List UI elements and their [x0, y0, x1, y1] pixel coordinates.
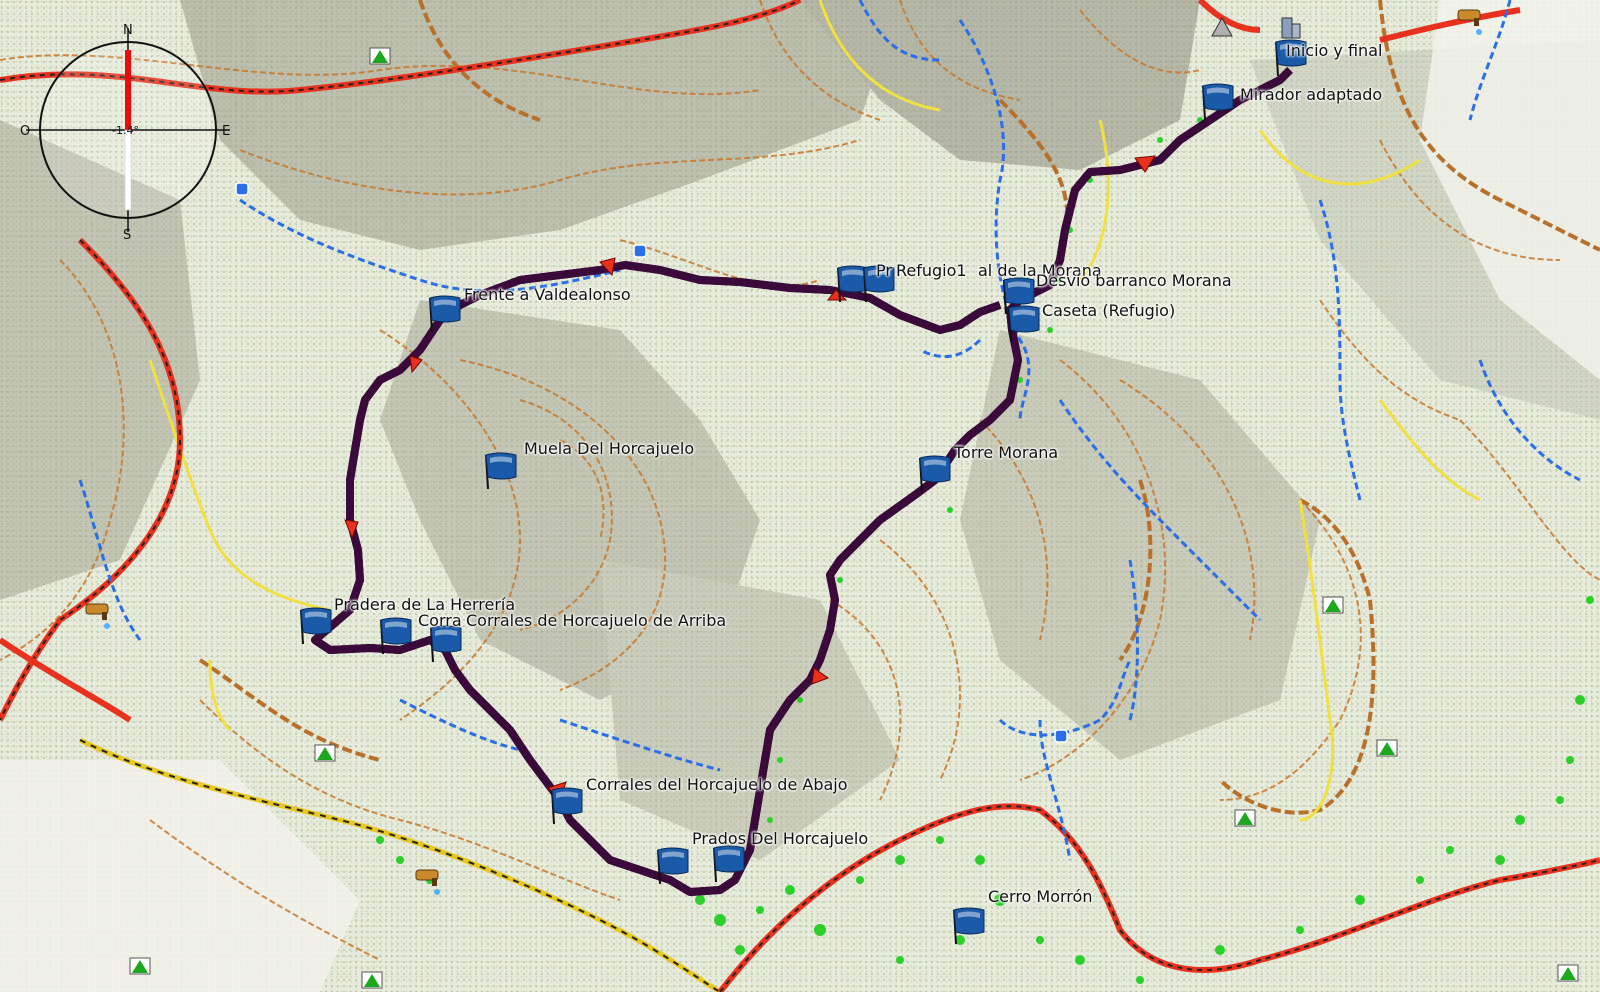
waypoint-label-corra[interactable]: Corra [416, 612, 464, 630]
peak-icon [369, 47, 391, 65]
compass-north-needle [125, 50, 131, 130]
waypoint-label-arriba[interactable]: Corrales de Horcajuelo de Arriba [464, 612, 728, 630]
compass-east-label: E [222, 124, 230, 139]
info-icon [235, 182, 249, 196]
waypoint-label-torre[interactable]: Torre Morana [952, 444, 1060, 462]
compass-north-label: N [123, 23, 133, 38]
waypoint-label-frente[interactable]: Frente a Valdealonso [462, 286, 633, 304]
waypoint-label-caseta[interactable]: Caseta (Refugio) [1040, 302, 1177, 320]
compass-heading: -1.4° [112, 124, 139, 137]
waypoint-label-pr[interactable]: Pr [874, 262, 894, 280]
info-icon [633, 244, 647, 258]
peak-icon [361, 971, 383, 989]
compass-south-label: S [123, 228, 131, 243]
info-icon [1054, 729, 1068, 743]
peak-icon [129, 957, 151, 975]
waypoint-label-inicio[interactable]: Inicio y final [1284, 42, 1384, 60]
waypoint-label-abajo[interactable]: Corrales del Horcajuelo de Abajo [584, 776, 850, 794]
waypoint-label-morron[interactable]: Cerro Morrón [986, 888, 1094, 906]
peak-icon [1376, 739, 1398, 757]
waypoint-label-muela[interactable]: Muela Del Horcajuelo [522, 440, 696, 458]
topographic-map[interactable]: N S E O -1.4° Inicio y final Mirador adap… [0, 0, 1600, 992]
peak-icon [1234, 809, 1256, 827]
waypoint-label-prados[interactable]: Prados Del Horcajuelo [690, 830, 870, 848]
peak-icon [314, 744, 336, 762]
waypoint-label-desvio[interactable]: Desvío barranco Morana [1034, 272, 1234, 290]
compass-west-label: O [20, 124, 30, 139]
waypoint-label-mirador[interactable]: Mirador adaptado [1238, 86, 1384, 104]
compass-south-needle [124, 129, 132, 211]
peak-icon [1557, 964, 1579, 982]
waypoint-label-refugio1[interactable]: Refugio1 [894, 262, 969, 280]
peak-icon [1322, 596, 1344, 614]
